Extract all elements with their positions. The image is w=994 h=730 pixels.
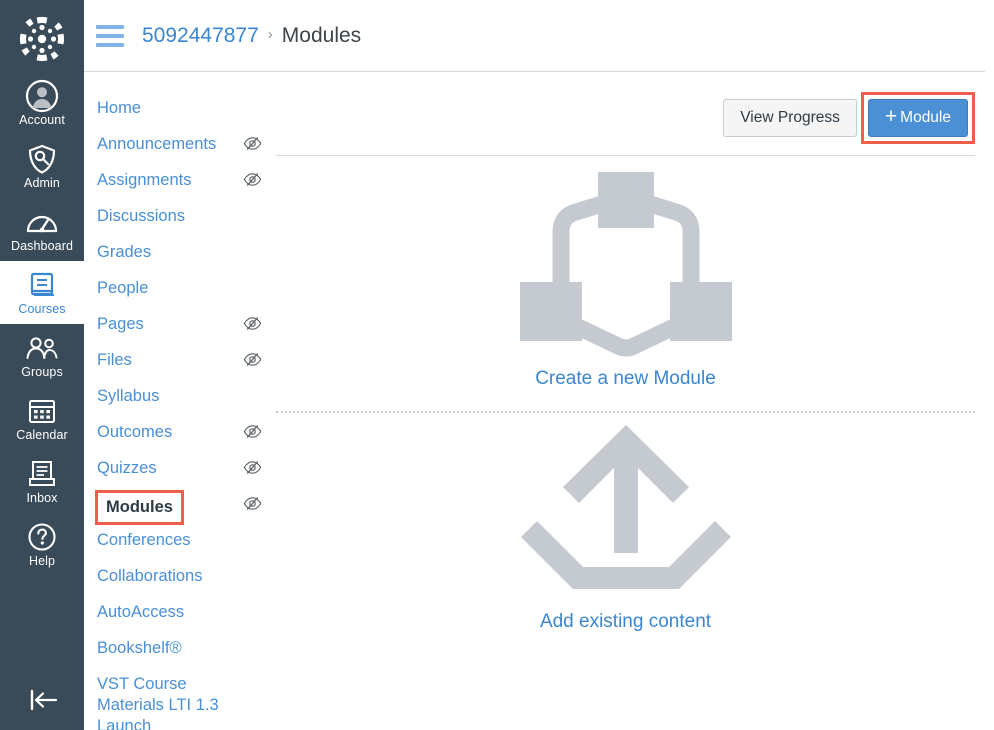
create-module-link[interactable]: Create a new Module — [535, 368, 716, 390]
calendar-icon — [27, 396, 57, 426]
collapse-nav-arrow-icon[interactable] — [0, 686, 84, 714]
view-progress-button[interactable]: View Progress — [723, 99, 857, 137]
course-nav-label[interactable]: Home — [97, 94, 141, 123]
course-nav-item-files[interactable]: Files — [97, 346, 276, 382]
add-existing-content-link[interactable]: Add existing content — [540, 611, 711, 633]
course-nav-item-autoaccess[interactable]: AutoAccess — [97, 598, 276, 634]
hidden-eye-off-icon — [243, 136, 262, 156]
hidden-eye-off-icon — [243, 496, 262, 516]
course-nav-label[interactable]: Outcomes — [97, 418, 172, 447]
global-nav-label: Admin — [24, 176, 60, 190]
course-nav-item-discussions[interactable]: Discussions — [97, 202, 276, 238]
create-module-empty-state: Create a new Module — [276, 156, 975, 390]
course-nav-item-collaborations[interactable]: Collaborations — [97, 562, 276, 598]
course-nav-label[interactable]: Assignments — [97, 166, 191, 195]
inbox-tray-icon — [27, 459, 57, 489]
global-nav-item-courses[interactable]: Courses — [0, 261, 84, 324]
course-nav-label[interactable]: Collaborations — [97, 562, 202, 591]
global-nav-label: Groups — [21, 365, 63, 379]
breadcrumb: 5092447877 › Modules — [84, 0, 985, 72]
course-nav-label[interactable]: Files — [97, 346, 132, 375]
course-nav-item-people[interactable]: People — [97, 274, 276, 310]
speedometer-icon — [25, 207, 59, 237]
breadcrumb-current-page: Modules — [281, 23, 362, 47]
hamburger-menu-icon[interactable] — [96, 24, 124, 47]
breadcrumb-separator-icon: › — [267, 26, 273, 43]
main-pane: 5092447877 › Modules Home Announcements — [84, 0, 994, 730]
breadcrumb-course-link[interactable]: 5092447877 — [142, 24, 259, 48]
course-nav-item-pages[interactable]: Pages — [97, 310, 276, 346]
global-nav-label: Inbox — [26, 491, 58, 505]
course-nav-label[interactable]: People — [97, 274, 148, 303]
global-nav-label: Calendar — [16, 428, 68, 442]
course-nav-label[interactable]: VST Course Materials LTI 1.3 Launch — [97, 670, 237, 730]
course-nav-label[interactable]: Discussions — [97, 202, 185, 231]
add-module-button[interactable]: + Module — [867, 99, 968, 137]
add-module-highlight: + Module — [860, 92, 975, 144]
global-nav-item-calendar[interactable]: Calendar — [0, 387, 84, 450]
global-nav-label: Account — [19, 113, 65, 127]
course-nav-item-assignments[interactable]: Assignments — [97, 166, 276, 202]
course-nav-label[interactable]: Quizzes — [97, 454, 157, 483]
modules-toolbar: View Progress + Module — [276, 72, 975, 144]
question-circle-icon — [27, 522, 57, 552]
course-navigation: Home Announcements Assignments Discussio… — [84, 72, 276, 730]
global-nav-item-account[interactable]: Account — [0, 72, 84, 135]
course-nav-label[interactable]: Pages — [97, 310, 144, 339]
global-nav-item-inbox[interactable]: Inbox — [0, 450, 84, 513]
course-nav-label[interactable]: Conferences — [97, 526, 191, 555]
course-nav-label[interactable]: Grades — [97, 238, 151, 267]
course-nav-item-outcomes[interactable]: Outcomes — [97, 418, 276, 454]
course-nav-item-conferences[interactable]: Conferences — [97, 526, 276, 562]
global-navigation: Account Admin Dashboard Courses Groups C… — [0, 0, 84, 730]
course-nav-item-vst-course-materials[interactable]: VST Course Materials LTI 1.3 Launch — [97, 670, 276, 730]
hidden-eye-off-icon — [243, 316, 262, 336]
course-nav-item-quizzes[interactable]: Quizzes — [97, 454, 276, 490]
modules-content: View Progress + Module Create a new Modu… — [276, 72, 994, 730]
course-nav-item-grades[interactable]: Grades — [97, 238, 276, 274]
book-icon — [27, 270, 57, 300]
course-nav-label[interactable]: Announcements — [97, 130, 216, 159]
course-nav-label[interactable]: AutoAccess — [97, 598, 184, 627]
global-nav-label: Dashboard — [10, 239, 74, 253]
upload-arrow-icon — [276, 425, 975, 605]
shield-key-icon — [26, 144, 58, 174]
plus-icon: + — [884, 105, 898, 128]
global-nav-item-dashboard[interactable]: Dashboard — [0, 198, 84, 261]
hidden-eye-off-icon — [243, 424, 262, 444]
canvas-modules-page: Account Admin Dashboard Courses Groups C… — [0, 0, 994, 730]
user-avatar-icon — [25, 79, 59, 113]
course-nav-item-modules[interactable]: Modules — [95, 490, 276, 526]
global-nav-item-groups[interactable]: Groups — [0, 324, 84, 387]
course-nav-item-syllabus[interactable]: Syllabus — [97, 382, 276, 418]
hidden-eye-off-icon — [243, 172, 262, 192]
global-nav-label: Help — [28, 554, 56, 568]
course-nav-label[interactable]: Syllabus — [97, 382, 159, 411]
course-nav-item-home[interactable]: Home — [97, 94, 276, 130]
course-nav-item-bookshelf[interactable]: Bookshelf® — [97, 634, 276, 670]
module-nodes-icon — [276, 172, 975, 362]
course-nav-label[interactable]: Modules — [95, 490, 184, 525]
course-nav-label[interactable]: Bookshelf® — [97, 634, 182, 663]
global-nav-item-admin[interactable]: Admin — [0, 135, 84, 198]
hidden-eye-off-icon — [243, 352, 262, 372]
canvas-logo[interactable] — [0, 0, 84, 72]
course-nav-item-announcements[interactable]: Announcements — [97, 130, 276, 166]
global-nav-item-help[interactable]: Help — [0, 513, 84, 576]
hidden-eye-off-icon — [243, 460, 262, 480]
add-module-label: Module — [900, 109, 951, 126]
add-existing-content-empty-state: Add existing content — [276, 413, 975, 633]
people-group-icon — [24, 333, 60, 363]
global-nav-label: Courses — [18, 302, 66, 316]
